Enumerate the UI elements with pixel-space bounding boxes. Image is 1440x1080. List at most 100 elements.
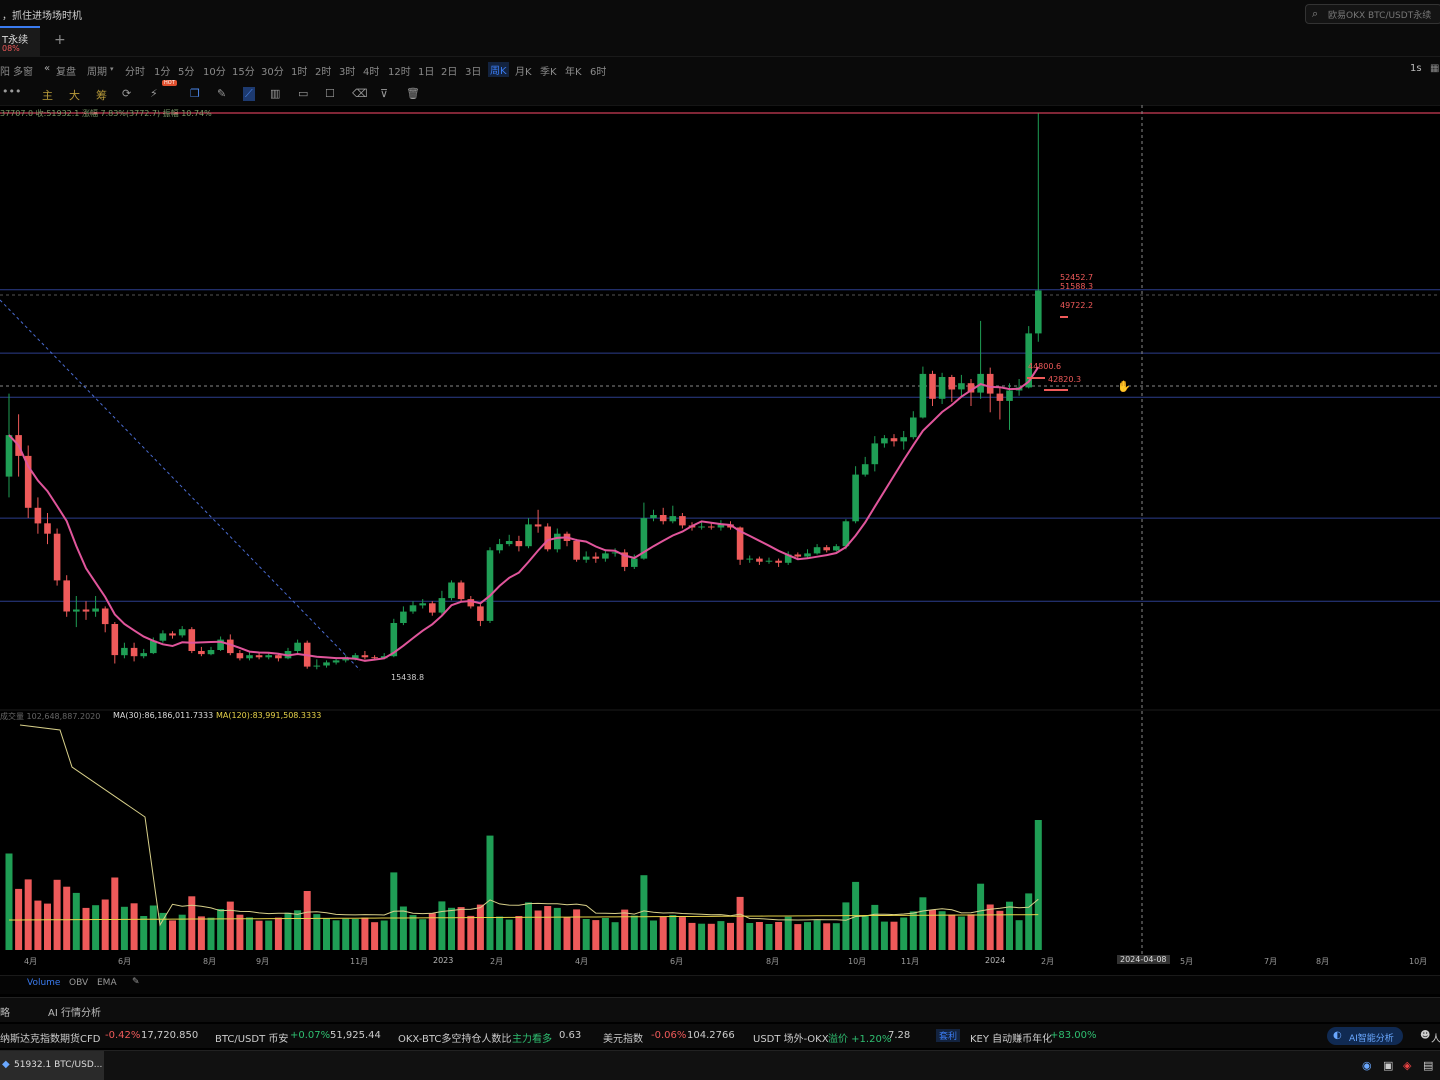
copy-icon[interactable]: ❐ (190, 87, 200, 100)
period-3h[interactable]: 3时 (339, 63, 355, 78)
tray-icon[interactable]: ◈ (1403, 1059, 1411, 1072)
volume-bar (178, 914, 186, 950)
add-tab-button[interactable]: + (54, 32, 66, 48)
period-12h[interactable]: 12时 (388, 63, 411, 78)
candle-body (938, 377, 946, 399)
chart-area[interactable]: 37707.0 收:51932.1 涨幅 7.83%(3772.7) 振幅 10… (0, 105, 1440, 999)
person-icon[interactable]: ☻ (1420, 1030, 1430, 1041)
x-tick: 6月 (670, 957, 684, 966)
volume-bar (861, 915, 869, 950)
main-chart-button[interactable]: 主 (42, 87, 53, 103)
pencil-icon[interactable]: ✎ (217, 87, 226, 100)
more-icon[interactable]: ••• (2, 85, 21, 98)
ticker-name[interactable]: 美元指数 (603, 1030, 643, 1045)
ticker-value: 7.28 (888, 1030, 911, 1041)
candles-icon[interactable]: ▥ (270, 87, 280, 100)
replay-button[interactable]: 复盘 (56, 63, 76, 78)
period-15m[interactable]: 15分 (232, 63, 255, 78)
candle-body (477, 606, 484, 621)
big-chart-button[interactable]: 大 (69, 87, 80, 103)
ai-analysis-label: AI智能分析 (1349, 1034, 1394, 1044)
candlestick-chart[interactable] (0, 105, 1440, 955)
volume-bar (15, 888, 23, 950)
candle-body (650, 515, 657, 519)
interval-display[interactable]: 1s (1410, 63, 1422, 74)
candle-body (505, 541, 513, 545)
period-month[interactable]: 月K (515, 63, 532, 78)
volume-bar (563, 917, 571, 950)
indicator-volume[interactable]: Volume (27, 978, 60, 988)
candle-body (323, 662, 330, 666)
x-tick: 2月 (1041, 957, 1055, 966)
chevron-down-icon[interactable]: ▾ (110, 65, 114, 73)
period-timeshare[interactable]: 分时 (125, 63, 145, 78)
ai-analysis-tab[interactable]: AI 行情分析 (48, 1004, 101, 1019)
eraser-icon[interactable]: ⌫ (352, 87, 368, 100)
period-year[interactable]: 年K (565, 63, 582, 78)
ai-analysis-button[interactable]: ◐ AI智能分析 (1327, 1027, 1403, 1045)
ticker-name[interactable]: OKX-BTC多空持仓人数比 (398, 1030, 511, 1045)
volume-bar (823, 923, 831, 950)
period-1d[interactable]: 1日 (418, 63, 434, 78)
ticker-name[interactable]: USDT 场外-OKX (753, 1030, 829, 1045)
volume-bar (399, 906, 407, 950)
indicator-ema[interactable]: EMA (97, 978, 117, 988)
period-10m[interactable]: 10分 (203, 63, 226, 78)
ma-line (8, 366, 1040, 662)
volume-bar (996, 910, 1004, 950)
period-1m[interactable]: 1分 (154, 63, 170, 78)
period-week[interactable]: 周K (488, 62, 509, 77)
volume-bar (246, 917, 253, 950)
period-30m[interactable]: 30分 (261, 63, 284, 78)
replay-icon[interactable]: « (44, 63, 50, 74)
ticker-change: -0.42% (105, 1030, 141, 1041)
ticker-bar: 纳斯达克指数期货CFD -0.42% 17,720.850 BTC/USDT 币… (0, 1024, 1440, 1048)
candle-body (236, 653, 244, 659)
crosshair-date: 2024-04-08 (1117, 955, 1170, 964)
period-1h[interactable]: 1时 (291, 63, 307, 78)
panel-left-label[interactable]: 略 (0, 1004, 10, 1019)
volume-bar (688, 922, 696, 950)
tray-icon[interactable]: ▣ (1383, 1059, 1393, 1072)
tray-icon[interactable]: ◉ (1362, 1059, 1372, 1072)
price-label-4: 44800.6 (1028, 362, 1062, 371)
grid-icon[interactable]: ▦ (1430, 63, 1439, 74)
refresh-icon[interactable]: ⟳ (122, 87, 131, 100)
candle-body (631, 558, 638, 567)
taskbar-item[interactable]: ◆ 51932.1 BTC/USD... (0, 1051, 104, 1080)
period-6h[interactable]: 6时 (590, 63, 606, 78)
wand-icon[interactable]: ⚡ (150, 87, 158, 100)
edit-icon[interactable]: ✎ (132, 977, 140, 987)
multi-window-button[interactable]: 多窗 (13, 63, 33, 78)
period-5m[interactable]: 5分 (178, 63, 194, 78)
period-quarter[interactable]: 季K (540, 63, 557, 78)
volume-bar (486, 835, 494, 950)
ticker-name[interactable]: BTC/USDT 币安 (215, 1030, 288, 1045)
volume-bar (140, 916, 148, 950)
volume-ma30: MA(30):86,186,011.7333 (113, 711, 214, 720)
volume-bar (784, 916, 792, 950)
ticker-name[interactable]: 纳斯达克指数期货CFD (0, 1030, 100, 1045)
clipboard-icon[interactable]: ▭ (298, 87, 308, 100)
search-input[interactable]: ⌕ 欧易OKX BTC/USDT永续 (1305, 4, 1440, 24)
period-dropdown[interactable]: 周期 (87, 63, 107, 78)
key-earn-text[interactable]: KEY 自动赚币年化 (970, 1030, 1052, 1045)
period-2d[interactable]: 2日 (441, 63, 457, 78)
line-tool-icon[interactable]: ⟋ (243, 87, 255, 101)
period-3d[interactable]: 3日 (465, 63, 481, 78)
volume-bar (717, 921, 725, 950)
layout-button[interactable]: 阳 (0, 63, 10, 78)
edit-box-icon[interactable]: ☐ (325, 87, 335, 100)
volume-bar (120, 906, 128, 950)
period-2h[interactable]: 2时 (315, 63, 331, 78)
tray-icon[interactable]: ▤ (1423, 1059, 1433, 1072)
volume-bar (582, 919, 590, 950)
candle-body (448, 582, 455, 599)
filter-icon[interactable]: ⊽ (380, 87, 388, 100)
chip-button[interactable]: 筹 (96, 87, 107, 103)
arbitrage-tag[interactable]: 套利 (936, 1029, 961, 1042)
indicator-obv[interactable]: OBV (69, 978, 88, 988)
period-4h[interactable]: 4时 (363, 63, 379, 78)
tab-btc-perp[interactable]: T永续 08% (0, 26, 40, 58)
trash-icon[interactable]: 🗑 (406, 87, 420, 100)
